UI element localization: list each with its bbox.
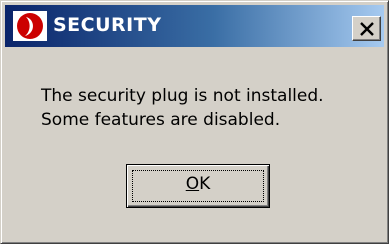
message-line-1: The security plug is not installed.	[41, 86, 324, 106]
ok-button[interactable]: OK	[126, 164, 270, 208]
ok-button-label: OK	[127, 174, 269, 194]
close-icon	[360, 22, 374, 36]
ok-label-rest: K	[199, 174, 211, 194]
close-button[interactable]	[352, 16, 381, 41]
message-line-2: Some features are disabled.	[41, 110, 281, 130]
ok-mnemonic: O	[185, 174, 200, 194]
security-dialog: SECURITY The security plug is not instal…	[0, 0, 389, 244]
app-logo-icon	[13, 11, 47, 41]
window-title: SECURITY	[53, 14, 162, 36]
title-bar[interactable]: SECURITY	[5, 5, 384, 47]
dialog-message: The security plug is not installed. Some…	[41, 84, 324, 132]
